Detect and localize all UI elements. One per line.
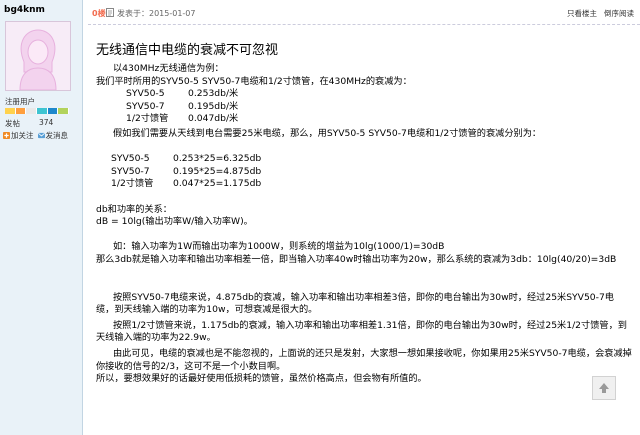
table-row: SYV50-7 0.195*25=4.875db: [111, 166, 632, 179]
attenuation-25m-table: SYV50-5 0.253*25=6.325db SYV50-7 0.195*25=…: [96, 153, 632, 191]
post-line: 假如我们需要从天线到电台需要25米电缆，那么，用SYV50-5 SYV50-7电…: [113, 127, 542, 139]
level-segment: [47, 108, 59, 114]
message-label: 发消息: [45, 131, 69, 140]
post-line: db和功率的关系：: [96, 203, 172, 215]
table-row: SYV50-5 0.253*25=6.325db: [111, 153, 632, 166]
post-line: 以430MHz无线通信为例：: [113, 63, 224, 74]
user-level-bar: [5, 108, 70, 114]
post-count: 发帖 374: [5, 118, 75, 129]
post-line: 按照SYV50-7电缆来说，4.875db的衰减，输入功率和输出功率相差3倍，即…: [96, 291, 614, 316]
post-line: 如：输入功率为1W而输出功率为1000W，则系统的增益为10lg(1000/1)…: [113, 241, 445, 253]
plus-icon: [3, 132, 10, 139]
cable-name: SYV50-7: [126, 100, 165, 112]
post-title: 无线通信中电缆的衰减不可忽视: [96, 43, 279, 58]
post-line: dB = 10lg(输出功率W/输入功率W)。: [96, 216, 253, 228]
level-segment: [37, 108, 48, 114]
attenuation-per-meter-table: SYV50-5 0.253db/米 SYV50-7 0.195db/米 1/2寸馈管…: [96, 88, 632, 126]
post-content: 无线通信中电缆的衰减不可忽视 以430MHz无线通信为例： 我们平时所用的SYV…: [96, 43, 632, 386]
reverse-order-link[interactable]: 倒序阅读: [604, 8, 634, 19]
user-actions: 加关注 发消息: [3, 130, 68, 141]
post-line: 那么3db就是输入功率和输出功率相差一倍，即当输入功率40w时输出功率为20w，…: [96, 253, 617, 265]
cable-value: 0.195*25=4.875db: [173, 165, 262, 177]
avatar[interactable]: [5, 21, 71, 91]
cable-name: 1/2寸馈管: [111, 178, 154, 190]
post-line: 由此可见，电缆的衰减也是不能忽视的，上面说的还只是发射，大家想一想如果接收呢，你…: [96, 348, 632, 372]
user-role: 注册用户: [5, 97, 35, 106]
only-author-link[interactable]: 只看楼主: [567, 8, 597, 19]
post-date: 发表于：2015-01-07: [117, 9, 196, 18]
arrow-up-icon: [599, 383, 609, 393]
cable-value: 0.047*25=1.175db: [173, 178, 262, 190]
author-sidebar: bg4knm 注册用户 发帖 374 加关注 发消息: [0, 0, 83, 435]
level-segment: [5, 108, 16, 114]
post-header: 0楼 发表于：2015-01-07 只看楼主 倒序阅读: [88, 0, 640, 25]
back-to-top-button[interactable]: [592, 376, 616, 400]
cable-value: 0.047db/米: [188, 113, 239, 125]
cable-name: SYV50-5: [126, 88, 165, 100]
cable-name: SYV50-7: [111, 165, 150, 177]
message-icon: [37, 132, 45, 139]
cable-name: 1/2寸馈管: [126, 113, 169, 125]
post-line: 按照1/2寸馈管来说，1.175db的衰减，输入功率和输出功率相差1.31倍，即…: [96, 319, 627, 344]
level-segment: [58, 108, 70, 114]
floor-number: 0楼: [92, 9, 106, 18]
cable-value: 0.195db/米: [188, 100, 239, 112]
cable-name: SYV50-5: [111, 153, 150, 165]
cable-value: 0.253db/米: [188, 88, 239, 100]
level-segment: [26, 108, 38, 114]
post-view-controls: 只看楼主 倒序阅读: [567, 8, 634, 19]
follow-button[interactable]: 加关注: [3, 130, 34, 141]
table-row: SYV50-5 0.253db/米: [126, 88, 632, 101]
author-username[interactable]: bg4knm: [4, 5, 45, 15]
document-icon: [106, 8, 114, 17]
send-message-button[interactable]: 发消息: [37, 130, 69, 141]
default-avatar-icon: [6, 22, 70, 90]
table-row: SYV50-7 0.195db/米: [126, 101, 632, 114]
cable-value: 0.253*25=6.325db: [173, 153, 262, 165]
level-segment: [15, 108, 27, 114]
table-row: 1/2寸馈管 0.047*25=1.175db: [111, 178, 632, 191]
post-line: 我们平时所用的SYV50-5 SYV50-7电缆和1/2寸馈管，在430MHz的…: [96, 75, 412, 87]
table-row: 1/2寸馈管 0.047db/米: [126, 113, 632, 126]
post-count-label: 发帖: [5, 119, 20, 128]
post-count-value[interactable]: 374: [39, 118, 53, 127]
post-line: 所以，要想效果好的话最好使用低损耗的馈管，虽然价格高点，但会物有所值的。: [96, 373, 427, 385]
follow-label: 加关注: [11, 131, 34, 140]
